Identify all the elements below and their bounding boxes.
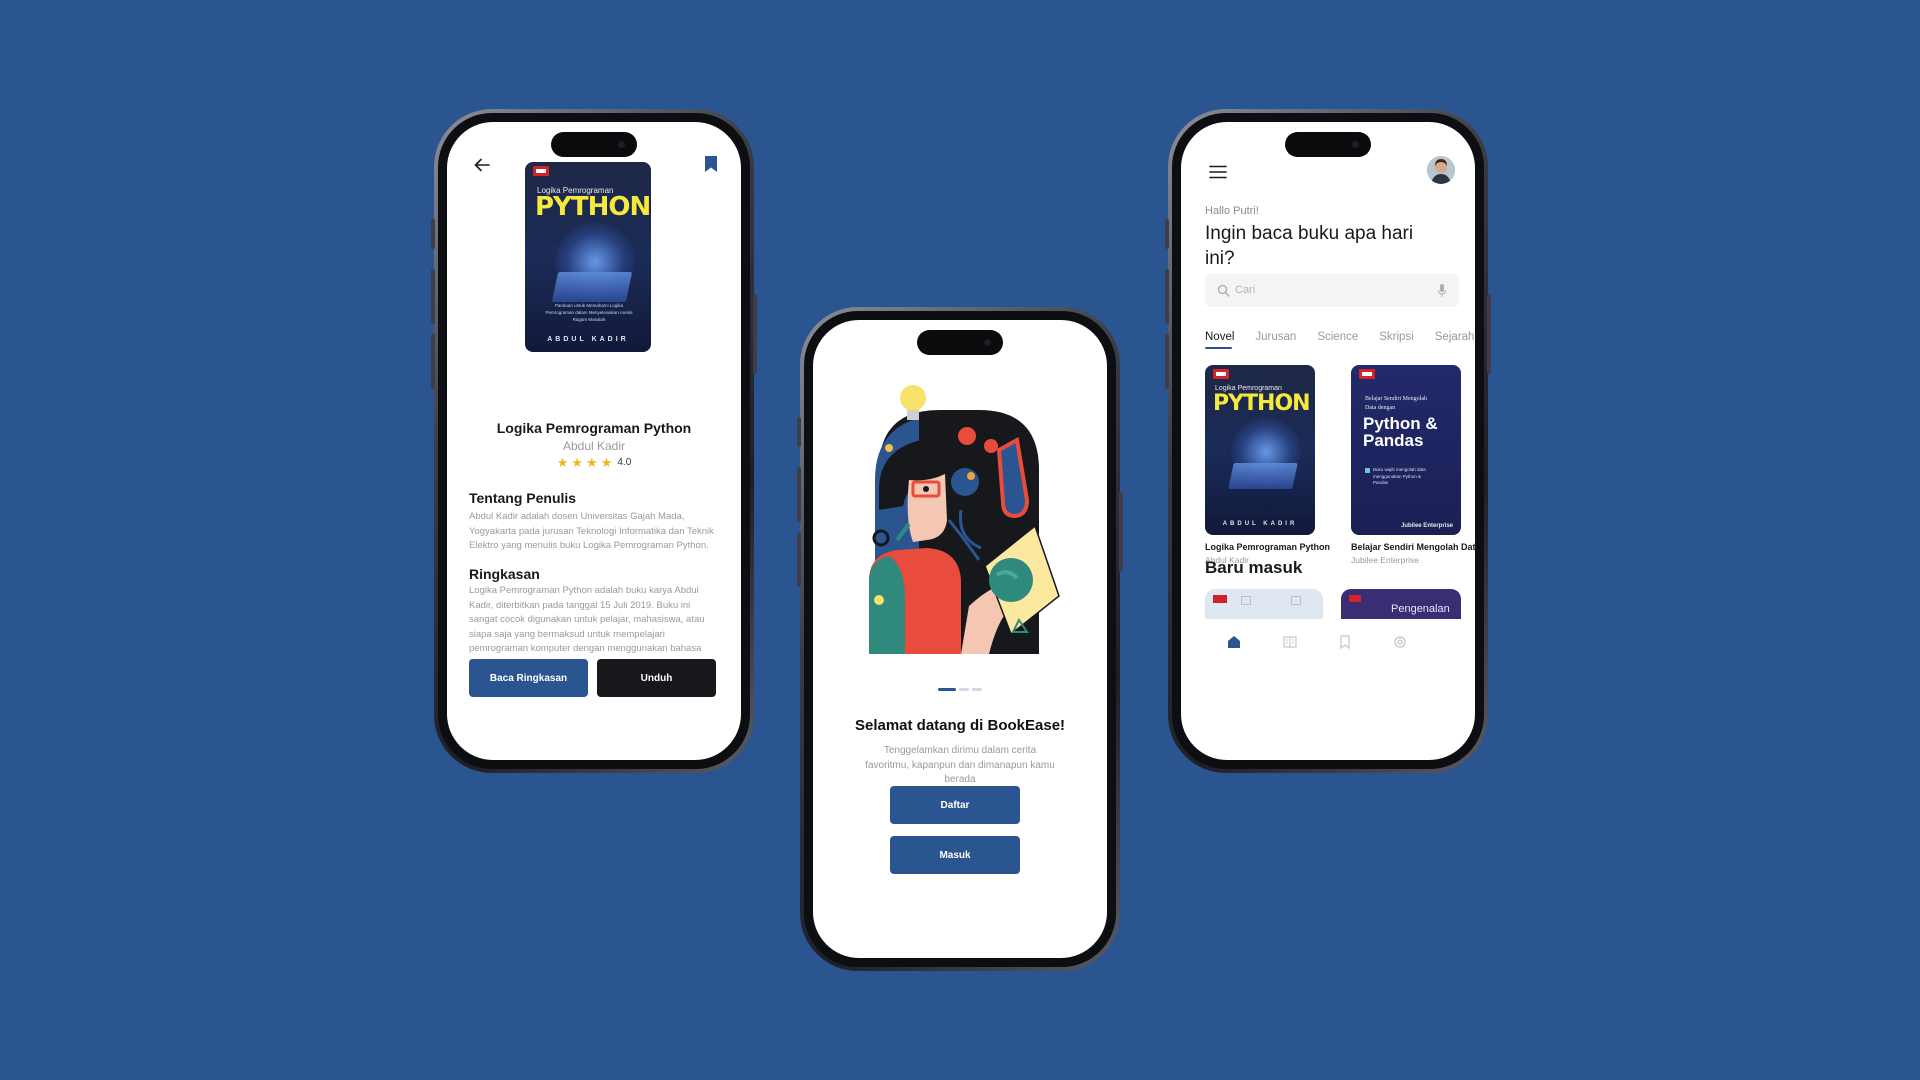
publisher-logo (1359, 369, 1375, 379)
mute-switch (1165, 219, 1169, 249)
power-button (1119, 492, 1123, 572)
cover-laptop-art (1228, 463, 1298, 489)
cover-title: PYTHON (535, 192, 651, 222)
book-detail-screen: Logika Pemrograman PYTHON Panduan untuk … (447, 122, 741, 760)
cover-bullet: Buku wajib mengolah data menggunakan Pyt… (1373, 467, 1426, 485)
cover-icon (1241, 596, 1251, 605)
cover-bullet-mark (1365, 468, 1370, 473)
cover-title: PYTHON (1213, 391, 1311, 416)
page-dot (959, 688, 969, 691)
dynamic-island (1285, 132, 1371, 157)
register-button[interactable]: Daftar (890, 786, 1020, 824)
book-author: Abdul Kadir (562, 439, 626, 453)
about-text: Abdul Kadir adalah dosen Universitas Gaj… (469, 511, 714, 551)
bookmark-icon[interactable] (1337, 634, 1353, 650)
cover-subtitle: Panduan untuk Memahami Logika Pemrograma… (545, 303, 633, 322)
cover-title: Python & Pandas (1363, 414, 1438, 450)
settings-icon[interactable] (1392, 634, 1408, 650)
cover-laptop-art (551, 272, 633, 302)
tab-sejarah[interactable]: Sejarah (1435, 331, 1475, 349)
publisher-logo (1213, 369, 1229, 379)
volume-up-button (797, 467, 801, 522)
home-screen: Hallo Putri! Ingin baca buku apa hari in… (1181, 122, 1475, 760)
download-button[interactable]: Unduh (597, 659, 716, 697)
library-icon[interactable] (1282, 634, 1298, 650)
book-card-cover[interactable]: Belajar Sendiri Mengolah Data dengan Pyt… (1351, 365, 1461, 535)
mute-switch (431, 219, 435, 249)
summary-heading: Ringkasan (469, 566, 540, 582)
book-card-author: Jubilee Enterprise (1351, 555, 1420, 565)
volume-down-button (431, 334, 435, 389)
star-icon: ★ (571, 455, 584, 470)
page-dot (972, 688, 982, 691)
dynamic-island (551, 132, 637, 157)
phone-book-detail: Logika Pemrograman PYTHON Panduan untuk … (431, 109, 757, 773)
tab-science[interactable]: Science (1317, 331, 1358, 349)
page-dot-active (938, 688, 956, 691)
home-icon[interactable] (1226, 634, 1242, 650)
login-button[interactable]: Masuk (890, 836, 1020, 874)
hamburger-menu-icon[interactable] (1209, 165, 1227, 179)
star-icon: ★ (600, 455, 613, 470)
search-placeholder: Cari (1235, 284, 1256, 296)
phone-onboarding: Selamat datang di BookEase! Tenggelamkan… (797, 307, 1123, 971)
book-card-title[interactable]: Belajar Sendiri Mengolah Data (1351, 542, 1475, 552)
publisher-logo (1349, 595, 1361, 602)
cover-author: ABDUL KADIR (1222, 521, 1298, 527)
cover-publisher: Jubilee Enterprise (1400, 523, 1453, 529)
search-bar[interactable]: Cari (1205, 274, 1459, 307)
publisher-logo (533, 166, 549, 176)
read-summary-button[interactable]: Baca Ringkasan (469, 659, 588, 697)
about-heading: Tentang Penulis (469, 490, 577, 506)
microphone-icon[interactable] (1437, 283, 1447, 298)
new-book-preview[interactable] (1205, 589, 1323, 619)
cover-icon (1291, 596, 1301, 605)
book-cover: Logika Pemrograman PYTHON Panduan untuk … (525, 162, 651, 352)
bookmark-icon[interactable] (703, 155, 719, 173)
category-tabs: Novel Jurusan Science Skripsi Sejarah (1205, 331, 1474, 349)
power-button (753, 294, 757, 374)
dynamic-island (917, 330, 1003, 355)
rating: ★ ★ ★ ★ 4.0 (447, 456, 741, 469)
new-book-preview[interactable]: Pengenalan (1341, 589, 1461, 619)
book-card-title[interactable]: Logika Pemrograman Python (1205, 542, 1330, 552)
new-arrivals-heading: Baru masuk (1205, 558, 1303, 577)
cover-small-title: Belajar Sendiri Mengolah Data dengan (1365, 396, 1427, 411)
avatar[interactable] (1427, 156, 1455, 184)
arrow-left-icon[interactable] (473, 156, 491, 174)
summary-text: Logika Pemrograman Python adalah buku ka… (469, 585, 705, 669)
greeting: Hallo Putri! (1205, 205, 1259, 217)
book-card-cover[interactable]: Logika Pemrograman PYTHON ABDUL KADIR (1205, 365, 1315, 535)
power-button (1487, 294, 1491, 374)
volume-down-button (1165, 334, 1169, 389)
cover-author: ABDUL KADIR (547, 336, 629, 343)
tab-jurusan[interactable]: Jurusan (1255, 331, 1296, 349)
reader-illustration (869, 385, 1060, 654)
preview-title: Pengenalan (1391, 603, 1450, 615)
publisher-logo (1213, 595, 1227, 603)
volume-up-button (431, 269, 435, 324)
volume-down-button (797, 532, 801, 587)
rating-value: 4.0 (617, 457, 632, 468)
star-icon: ★ (556, 455, 569, 470)
mute-switch (797, 417, 801, 447)
volume-up-button (1165, 269, 1169, 324)
star-icon: ★ (586, 455, 598, 470)
tab-skripsi[interactable]: Skripsi (1379, 331, 1414, 349)
welcome-title: Selamat datang di BookEase! (854, 717, 1066, 734)
headline: Ingin baca buku apa hari ini? (1205, 223, 1414, 269)
search-icon (1217, 284, 1230, 297)
phone-home: Hallo Putri! Ingin baca buku apa hari in… (1165, 109, 1491, 773)
tab-novel[interactable]: Novel (1205, 331, 1234, 349)
welcome-text: Tenggelamkan dirimu dalam cerita favorit… (865, 745, 1055, 785)
book-title: Logika Pemrograman Python (496, 420, 692, 436)
page-indicator (938, 688, 982, 691)
bottom-navigation (1181, 619, 1475, 679)
onboarding-screen: Selamat datang di BookEase! Tenggelamkan… (813, 320, 1107, 958)
